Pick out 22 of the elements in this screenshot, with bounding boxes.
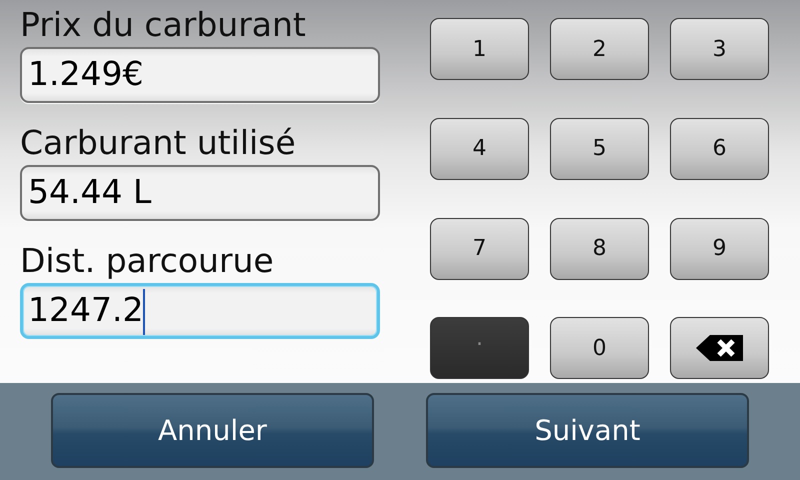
keypad-key[interactable]: 1 [430, 18, 529, 80]
keypad-key[interactable]: 3 [670, 18, 769, 80]
keypad-key[interactable]: 7 [430, 218, 529, 280]
input-field[interactable]: 1.249€ [20, 47, 380, 103]
keypad-key[interactable]: . [430, 317, 529, 380]
backspace-key[interactable] [670, 317, 769, 380]
keypad-key[interactable]: 2 [550, 18, 649, 80]
keypad-key[interactable]: 6 [670, 118, 769, 180]
keypad-key[interactable]: 5 [550, 118, 649, 180]
keypad-key[interactable]: 8 [550, 218, 649, 280]
action-button[interactable]: Annuler [51, 393, 374, 468]
action-button[interactable]: Suivant [426, 393, 749, 468]
field-label: Dist. parcourue [20, 240, 275, 282]
keypad-key[interactable]: 4 [430, 118, 529, 180]
keypad-key[interactable]: 9 [670, 218, 769, 280]
text-cursor [143, 288, 146, 335]
input-field[interactable]: 1247.2 [20, 283, 380, 339]
field-label: Carburant utilisé [20, 122, 297, 164]
input-field[interactable]: 54.44 L [20, 165, 380, 221]
keypad-key[interactable]: 0 [550, 317, 649, 380]
backspace-icon [696, 334, 744, 362]
field-label: Prix du carburant [20, 4, 307, 46]
